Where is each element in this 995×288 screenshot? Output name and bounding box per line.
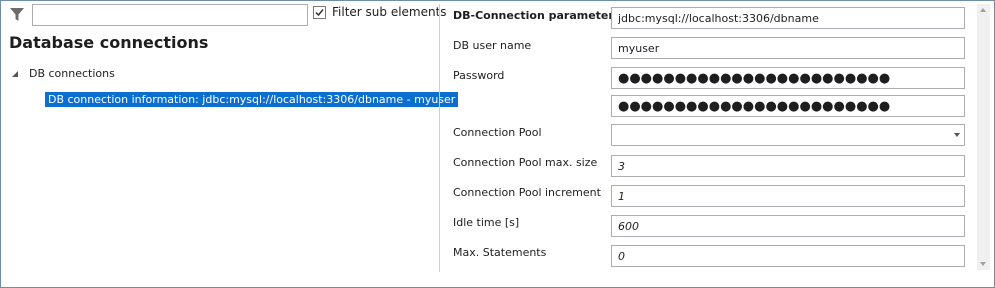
idle-time-label: Idle time [s] (453, 216, 520, 229)
filter-icon[interactable] (9, 7, 25, 23)
section-title: Database connections (9, 33, 209, 52)
parameter-field[interactable]: jdbc:mysql://localhost:3306/dbname (611, 7, 965, 29)
vertical-scrollbar[interactable] (977, 4, 990, 270)
pool-increment-field[interactable]: 1 (611, 185, 965, 207)
pool-max-label: Connection Pool max. size (453, 156, 598, 169)
user-label: DB user name (453, 39, 532, 52)
idle-time-field[interactable]: 600 (611, 215, 965, 237)
pool-max-field[interactable]: 3 (611, 155, 965, 177)
filter-sub-elements-option[interactable]: Filter sub elements (313, 5, 447, 19)
user-field[interactable]: myuser (611, 37, 965, 59)
scroll-up-icon[interactable] (980, 8, 986, 12)
pool-select[interactable] (611, 124, 965, 146)
filter-sub-elements-checkbox[interactable] (313, 5, 326, 19)
tree-root-node[interactable]: DB connections (9, 67, 115, 80)
password-field[interactable]: ●●●●●●●●●●●●●●●●●●●●●●●● (611, 67, 965, 89)
expand-triangle-icon[interactable] (9, 68, 21, 80)
max-statements-field[interactable]: 0 (611, 245, 965, 267)
filter-input[interactable] (32, 4, 308, 26)
pane-splitter[interactable] (439, 4, 440, 272)
pool-label: Connection Pool (453, 126, 542, 139)
parameter-label: DB-Connection parameter (453, 9, 614, 22)
password-label: Password (453, 69, 505, 82)
tree-root-label: DB connections (29, 67, 115, 80)
chevron-down-icon[interactable] (954, 133, 960, 137)
tree-item-selected[interactable]: DB connection information: jdbc:mysql://… (45, 92, 459, 107)
scroll-down-icon[interactable] (980, 262, 986, 266)
max-statements-label: Max. Statements (453, 246, 547, 259)
password-confirm-field[interactable]: ●●●●●●●●●●●●●●●●●●●●●●●● (611, 95, 965, 117)
pool-increment-label: Connection Pool increment (453, 186, 601, 199)
filter-sub-elements-label: Filter sub elements (332, 5, 447, 19)
